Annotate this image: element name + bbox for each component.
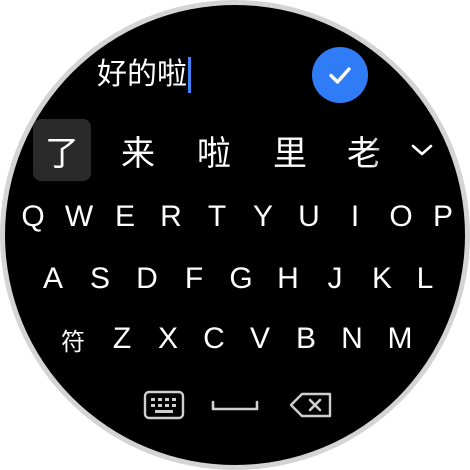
key-y[interactable]: Y bbox=[243, 192, 283, 242]
candidate-item[interactable]: 来 bbox=[109, 119, 167, 181]
key-k[interactable]: K bbox=[362, 254, 402, 304]
chevron-down-icon bbox=[411, 144, 433, 156]
key-m[interactable]: M bbox=[380, 314, 420, 364]
candidate-item[interactable]: 啦 bbox=[185, 119, 243, 181]
check-icon bbox=[329, 67, 351, 84]
delete-button[interactable] bbox=[286, 387, 336, 423]
key-x[interactable]: X bbox=[148, 314, 188, 364]
key-j[interactable]: J bbox=[315, 254, 355, 304]
key-e[interactable]: E bbox=[105, 192, 145, 242]
space-button[interactable] bbox=[207, 391, 263, 421]
key-g[interactable]: G bbox=[221, 254, 261, 304]
key-r[interactable]: R bbox=[151, 192, 191, 242]
key-l[interactable]: L bbox=[405, 254, 445, 304]
input-text: 好的啦 bbox=[97, 57, 187, 92]
candidate-bar: 了 来 啦 里 老 bbox=[33, 119, 437, 181]
expand-candidates-button[interactable] bbox=[407, 135, 437, 165]
candidate-item[interactable]: 老 bbox=[335, 119, 393, 181]
candidate-item[interactable]: 里 bbox=[261, 119, 319, 181]
keyboard-switch-button[interactable] bbox=[139, 387, 189, 423]
symbol-key[interactable]: 符 bbox=[53, 314, 93, 364]
key-p[interactable]: P bbox=[423, 192, 463, 242]
watch-screen: 好的啦 了 来 啦 里 老 Q W E R T Y U I O P A S D … bbox=[5, 5, 465, 465]
key-d[interactable]: D bbox=[127, 254, 167, 304]
text-caret bbox=[188, 57, 191, 93]
key-i[interactable]: I bbox=[335, 192, 375, 242]
key-w[interactable]: W bbox=[59, 192, 99, 242]
watch-bezel: 好的啦 了 来 啦 里 老 Q W E R T Y U I O P A S D … bbox=[0, 0, 470, 470]
backspace-icon bbox=[289, 392, 332, 418]
key-s[interactable]: S bbox=[80, 254, 120, 304]
key-q[interactable]: Q bbox=[13, 192, 53, 242]
key-a[interactable]: A bbox=[33, 254, 73, 304]
key-c[interactable]: C bbox=[194, 314, 234, 364]
key-u[interactable]: U bbox=[289, 192, 329, 242]
candidate-item[interactable]: 了 bbox=[33, 119, 91, 181]
key-o[interactable]: O bbox=[381, 192, 421, 242]
confirm-button[interactable] bbox=[312, 47, 368, 103]
key-v[interactable]: V bbox=[240, 314, 280, 364]
key-t[interactable]: T bbox=[197, 192, 237, 242]
key-z[interactable]: Z bbox=[102, 314, 142, 364]
key-h[interactable]: H bbox=[268, 254, 308, 304]
key-f[interactable]: F bbox=[174, 254, 214, 304]
text-input-field[interactable]: 好的啦 bbox=[97, 53, 191, 97]
keyboard-icon bbox=[143, 390, 185, 420]
key-n[interactable]: N bbox=[332, 314, 372, 364]
key-b[interactable]: B bbox=[286, 314, 326, 364]
space-bar-icon bbox=[211, 400, 259, 411]
